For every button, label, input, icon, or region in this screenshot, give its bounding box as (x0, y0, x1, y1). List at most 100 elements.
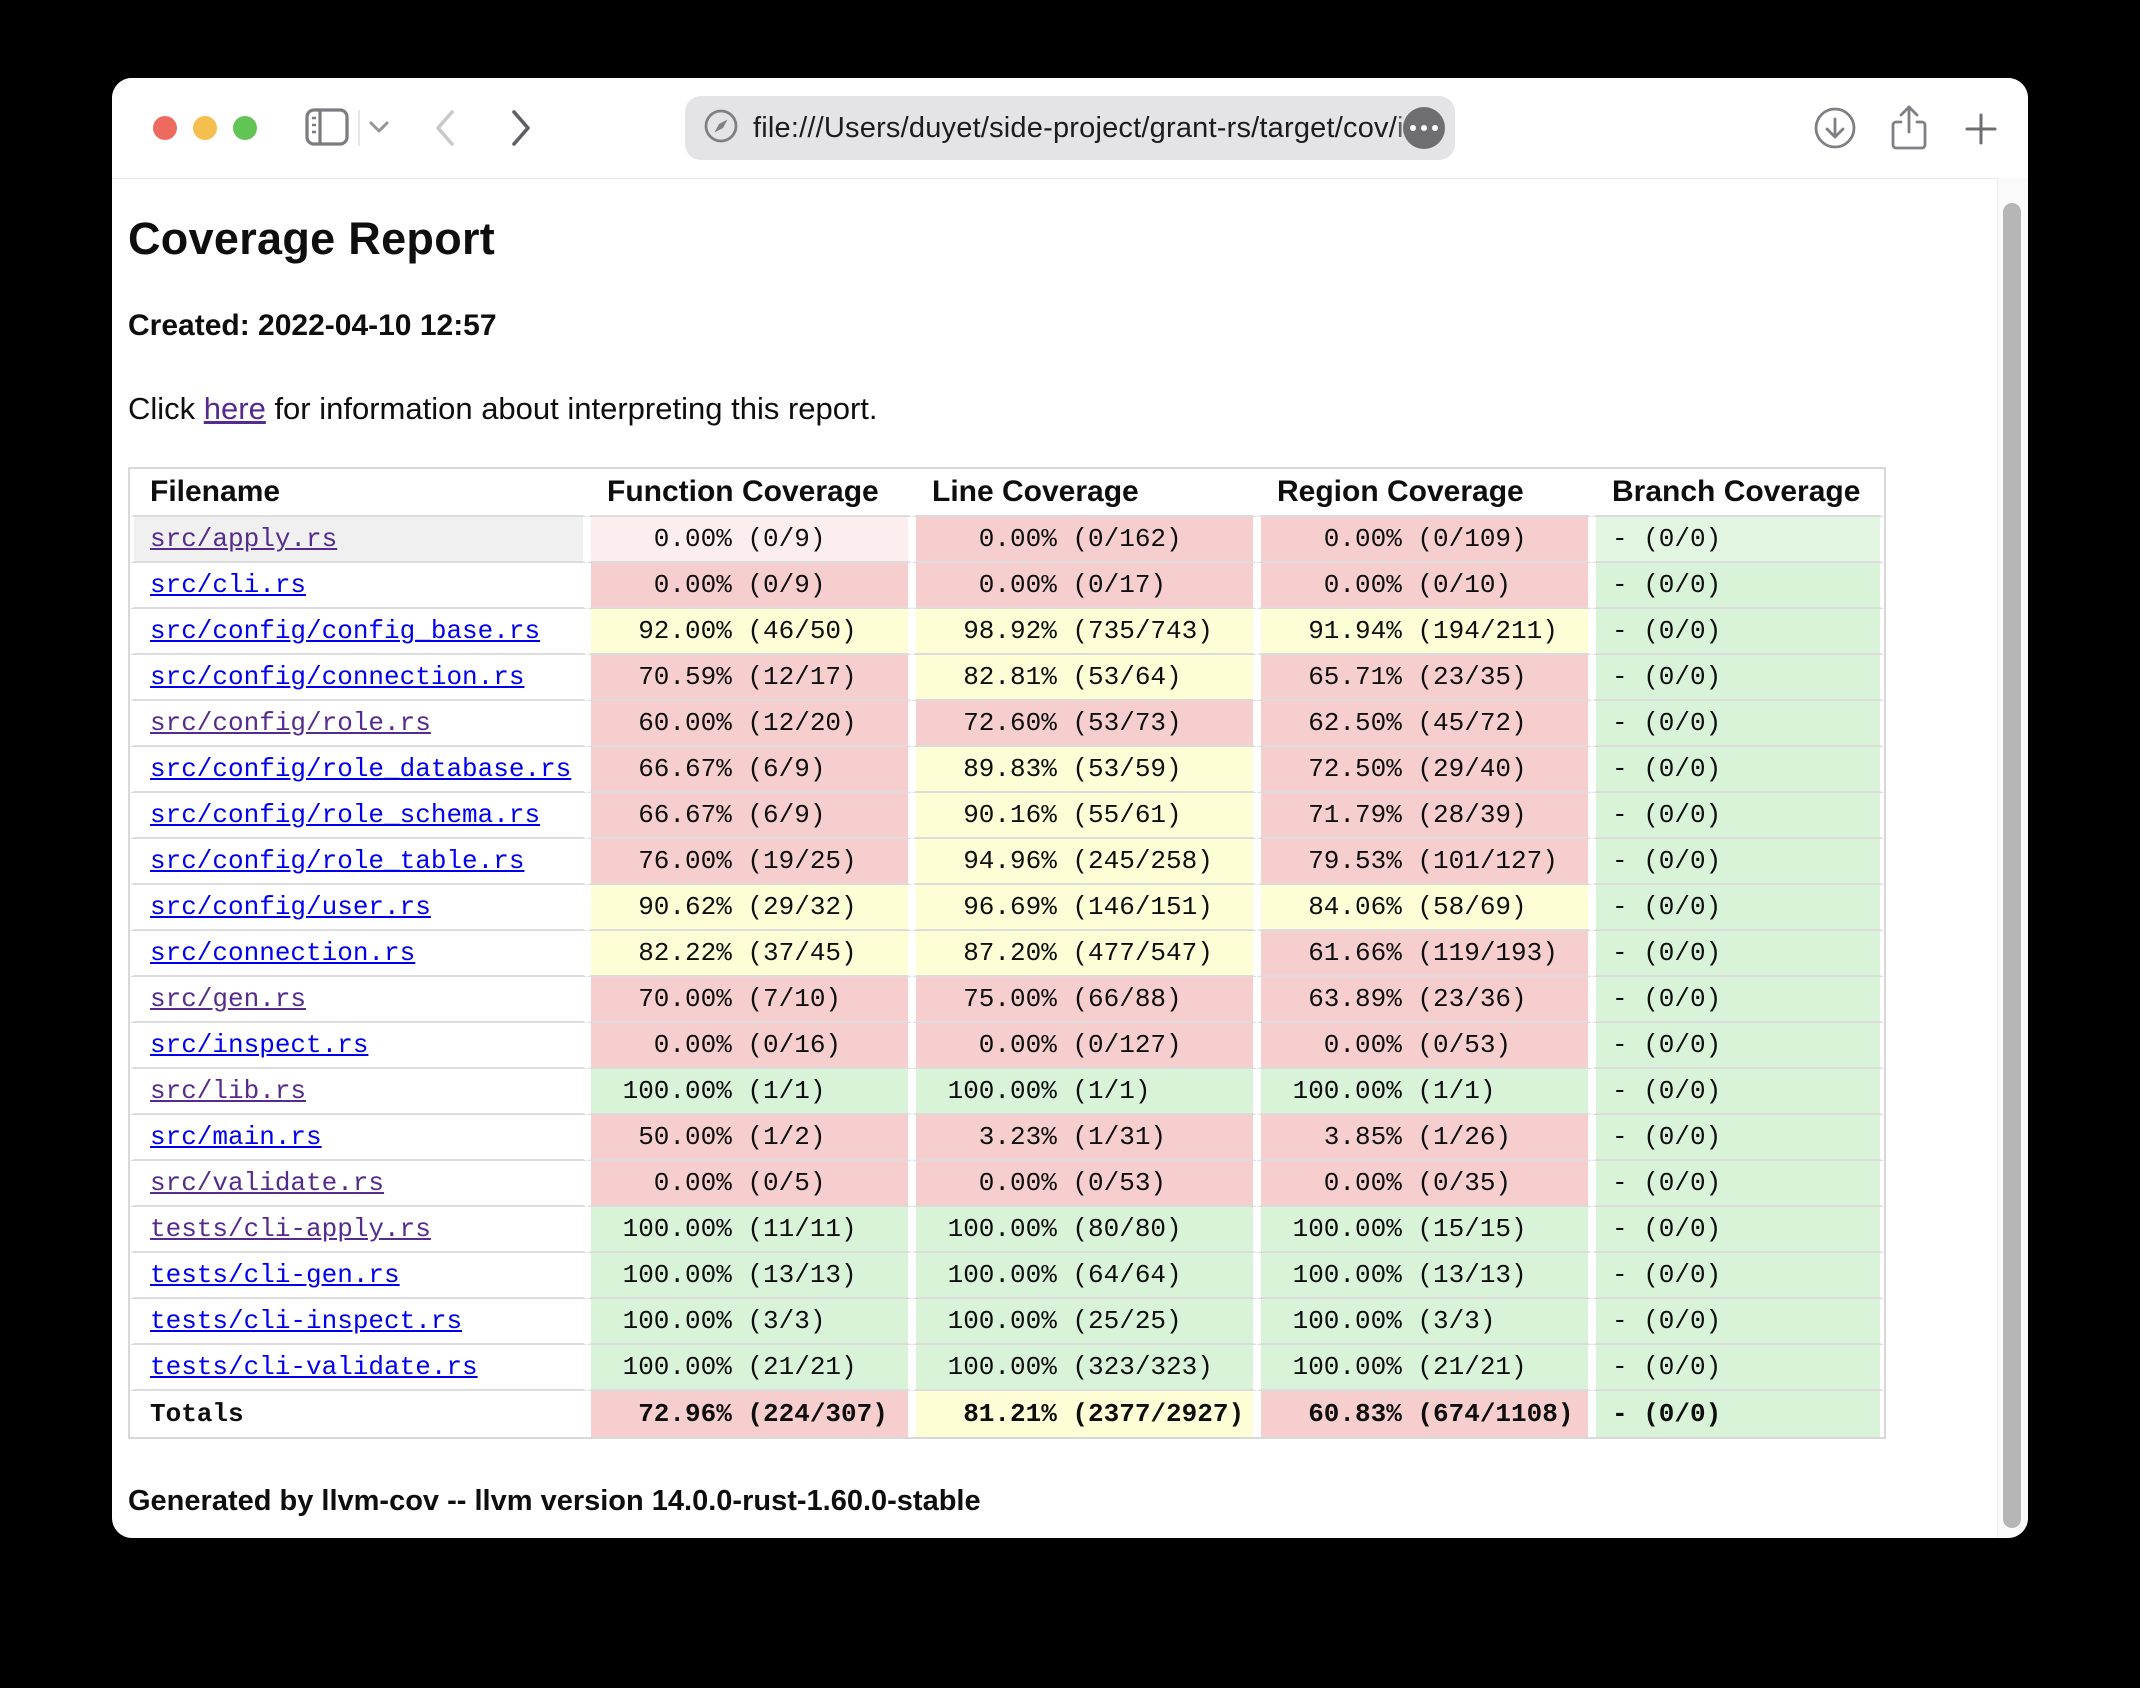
filename-cell: src/main.rs (130, 1115, 587, 1161)
file-link[interactable]: src/cli.rs (150, 570, 306, 600)
filename-cell: src/gen.rs (130, 977, 587, 1023)
back-icon (434, 109, 456, 150)
file-link[interactable]: src/connection.rs (150, 938, 415, 968)
file-link[interactable]: src/lib.rs (150, 1076, 306, 1106)
file-link[interactable]: src/config/role_schema.rs (150, 800, 540, 830)
file-link[interactable]: tests/cli-apply.rs (150, 1214, 431, 1244)
page-settings-button[interactable] (1403, 107, 1445, 149)
filename-cell: src/apply.rs (130, 517, 587, 563)
coverage-value: 60.83% (674/1108) (1261, 1392, 1588, 1436)
table-row: tests/cli-validate.rs 100.00% (21/21) 10… (130, 1345, 1884, 1391)
coverage-value: - (0/0) (1596, 1299, 1880, 1343)
file-link[interactable]: src/config/role_table.rs (150, 846, 524, 876)
file-link[interactable]: src/config/connection.rs (150, 662, 524, 692)
file-link[interactable]: src/config/role_database.rs (150, 754, 571, 784)
coverage-cell: 65.71% (23/35) (1257, 655, 1592, 701)
column-header-line-coverage: Line Coverage (912, 469, 1257, 517)
coverage-value: 70.00% (7/10) (591, 977, 908, 1021)
file-link[interactable]: tests/cli-gen.rs (150, 1260, 400, 1290)
share-button[interactable] (1886, 104, 1932, 154)
coverage-cell: - (0/0) (1592, 563, 1884, 609)
download-icon (1813, 106, 1857, 153)
table-row: src/config/role.rs 60.00% (12/20) 72.60%… (130, 701, 1884, 747)
coverage-value: 100.00% (13/13) (1261, 1253, 1588, 1297)
table-row: src/config/config_base.rs 92.00% (46/50)… (130, 609, 1884, 655)
coverage-cell: 82.81% (53/64) (912, 655, 1257, 701)
filename-cell: src/config/role_table.rs (130, 839, 587, 885)
table-row: src/gen.rs 70.00% (7/10) 75.00% (66/88) … (130, 977, 1884, 1023)
coverage-cell: 0.00% (0/17) (912, 563, 1257, 609)
file-link[interactable]: src/gen.rs (150, 984, 306, 1014)
coverage-cell: 3.85% (1/26) (1257, 1115, 1592, 1161)
coverage-cell: 79.53% (101/127) (1257, 839, 1592, 885)
coverage-value: 0.00% (0/109) (1261, 517, 1588, 561)
file-link[interactable]: src/apply.rs (150, 524, 337, 554)
coverage-cell: 84.06% (58/69) (1257, 885, 1592, 931)
minimize-window-button[interactable] (193, 116, 217, 140)
coverage-value: 100.00% (3/3) (1261, 1299, 1588, 1343)
file-link[interactable]: src/main.rs (150, 1122, 322, 1152)
ellipsis-icon (1410, 125, 1438, 131)
coverage-value: 0.00% (0/10) (1261, 563, 1588, 607)
coverage-value: - (0/0) (1596, 701, 1880, 745)
scrollbar-track[interactable] (1997, 178, 2028, 1538)
info-link[interactable]: here (204, 391, 266, 426)
table-row: src/lib.rs 100.00% (1/1) 100.00% (1/1) 1… (130, 1069, 1884, 1115)
coverage-cell: - (0/0) (1592, 977, 1884, 1023)
file-link[interactable]: src/config/config_base.rs (150, 616, 540, 646)
coverage-value: 71.79% (28/39) (1261, 793, 1588, 837)
forward-icon (510, 109, 532, 150)
info-suffix: for information about interpreting this … (266, 391, 878, 426)
coverage-value: 98.92% (735/743) (916, 609, 1253, 653)
filename-cell: src/connection.rs (130, 931, 587, 977)
coverage-value: 84.06% (58/69) (1261, 885, 1588, 929)
file-link[interactable]: tests/cli-inspect.rs (150, 1306, 462, 1336)
info-line: Click here for information about interpr… (128, 391, 1982, 427)
file-link[interactable]: src/config/user.rs (150, 892, 431, 922)
coverage-value: 82.22% (37/45) (591, 931, 908, 975)
traffic-lights (153, 116, 257, 140)
tab-group-dropdown-button[interactable] (364, 116, 394, 140)
coverage-cell: 72.60% (53/73) (912, 701, 1257, 747)
forward-button[interactable] (504, 108, 538, 150)
scrollbar-thumb[interactable] (2003, 203, 2021, 1528)
coverage-value: 100.00% (21/21) (591, 1345, 908, 1389)
url-text: file:///Users/duyet/side-project/grant-r… (753, 112, 1403, 145)
coverage-value: 82.81% (53/64) (916, 655, 1253, 699)
downloads-button[interactable] (1812, 106, 1858, 152)
coverage-value: - (0/0) (1596, 931, 1880, 975)
generator-note: Generated by llvm-cov -- llvm version 14… (128, 1485, 1982, 1518)
coverage-value: 0.00% (0/162) (916, 517, 1253, 561)
filename-cell: src/config/role_schema.rs (130, 793, 587, 839)
coverage-cell: 50.00% (1/2) (587, 1115, 912, 1161)
sidebar-toggle-button[interactable] (303, 106, 351, 150)
file-link[interactable]: src/config/role.rs (150, 708, 431, 738)
coverage-value: 0.00% (0/53) (916, 1161, 1253, 1205)
zoom-window-button[interactable] (233, 116, 257, 140)
coverage-cell: 100.00% (13/13) (1257, 1253, 1592, 1299)
coverage-cell: 61.66% (119/193) (1257, 931, 1592, 977)
close-window-button[interactable] (153, 116, 177, 140)
address-bar[interactable]: file:///Users/duyet/side-project/grant-r… (685, 96, 1455, 160)
coverage-cell: 62.50% (45/72) (1257, 701, 1592, 747)
coverage-cell: 70.59% (12/17) (587, 655, 912, 701)
coverage-value: 100.00% (80/80) (916, 1207, 1253, 1251)
coverage-value: 72.96% (224/307) (591, 1392, 908, 1436)
page-title: Coverage Report (128, 213, 1982, 265)
file-link[interactable]: tests/cli-validate.rs (150, 1352, 478, 1382)
new-tab-button[interactable] (1961, 110, 2001, 150)
back-button[interactable] (428, 108, 462, 150)
coverage-cell: 63.89% (23/36) (1257, 977, 1592, 1023)
file-link[interactable]: src/validate.rs (150, 1168, 384, 1198)
file-link[interactable]: src/inspect.rs (150, 1030, 368, 1060)
coverage-value: - (0/0) (1596, 1207, 1880, 1251)
coverage-value: 100.00% (21/21) (1261, 1345, 1588, 1389)
coverage-cell: 90.16% (55/61) (912, 793, 1257, 839)
coverage-value: - (0/0) (1596, 1253, 1880, 1297)
coverage-cell: - (0/0) (1592, 655, 1884, 701)
coverage-table-body: src/apply.rs 0.00% (0/9) 0.00% (0/162) 0… (130, 517, 1884, 1437)
column-header-function-coverage: Function Coverage (587, 469, 912, 517)
table-row: src/config/user.rs 90.62% (29/32) 96.69%… (130, 885, 1884, 931)
coverage-cell: - (0/0) (1592, 1161, 1884, 1207)
coverage-cell: - (0/0) (1592, 839, 1884, 885)
